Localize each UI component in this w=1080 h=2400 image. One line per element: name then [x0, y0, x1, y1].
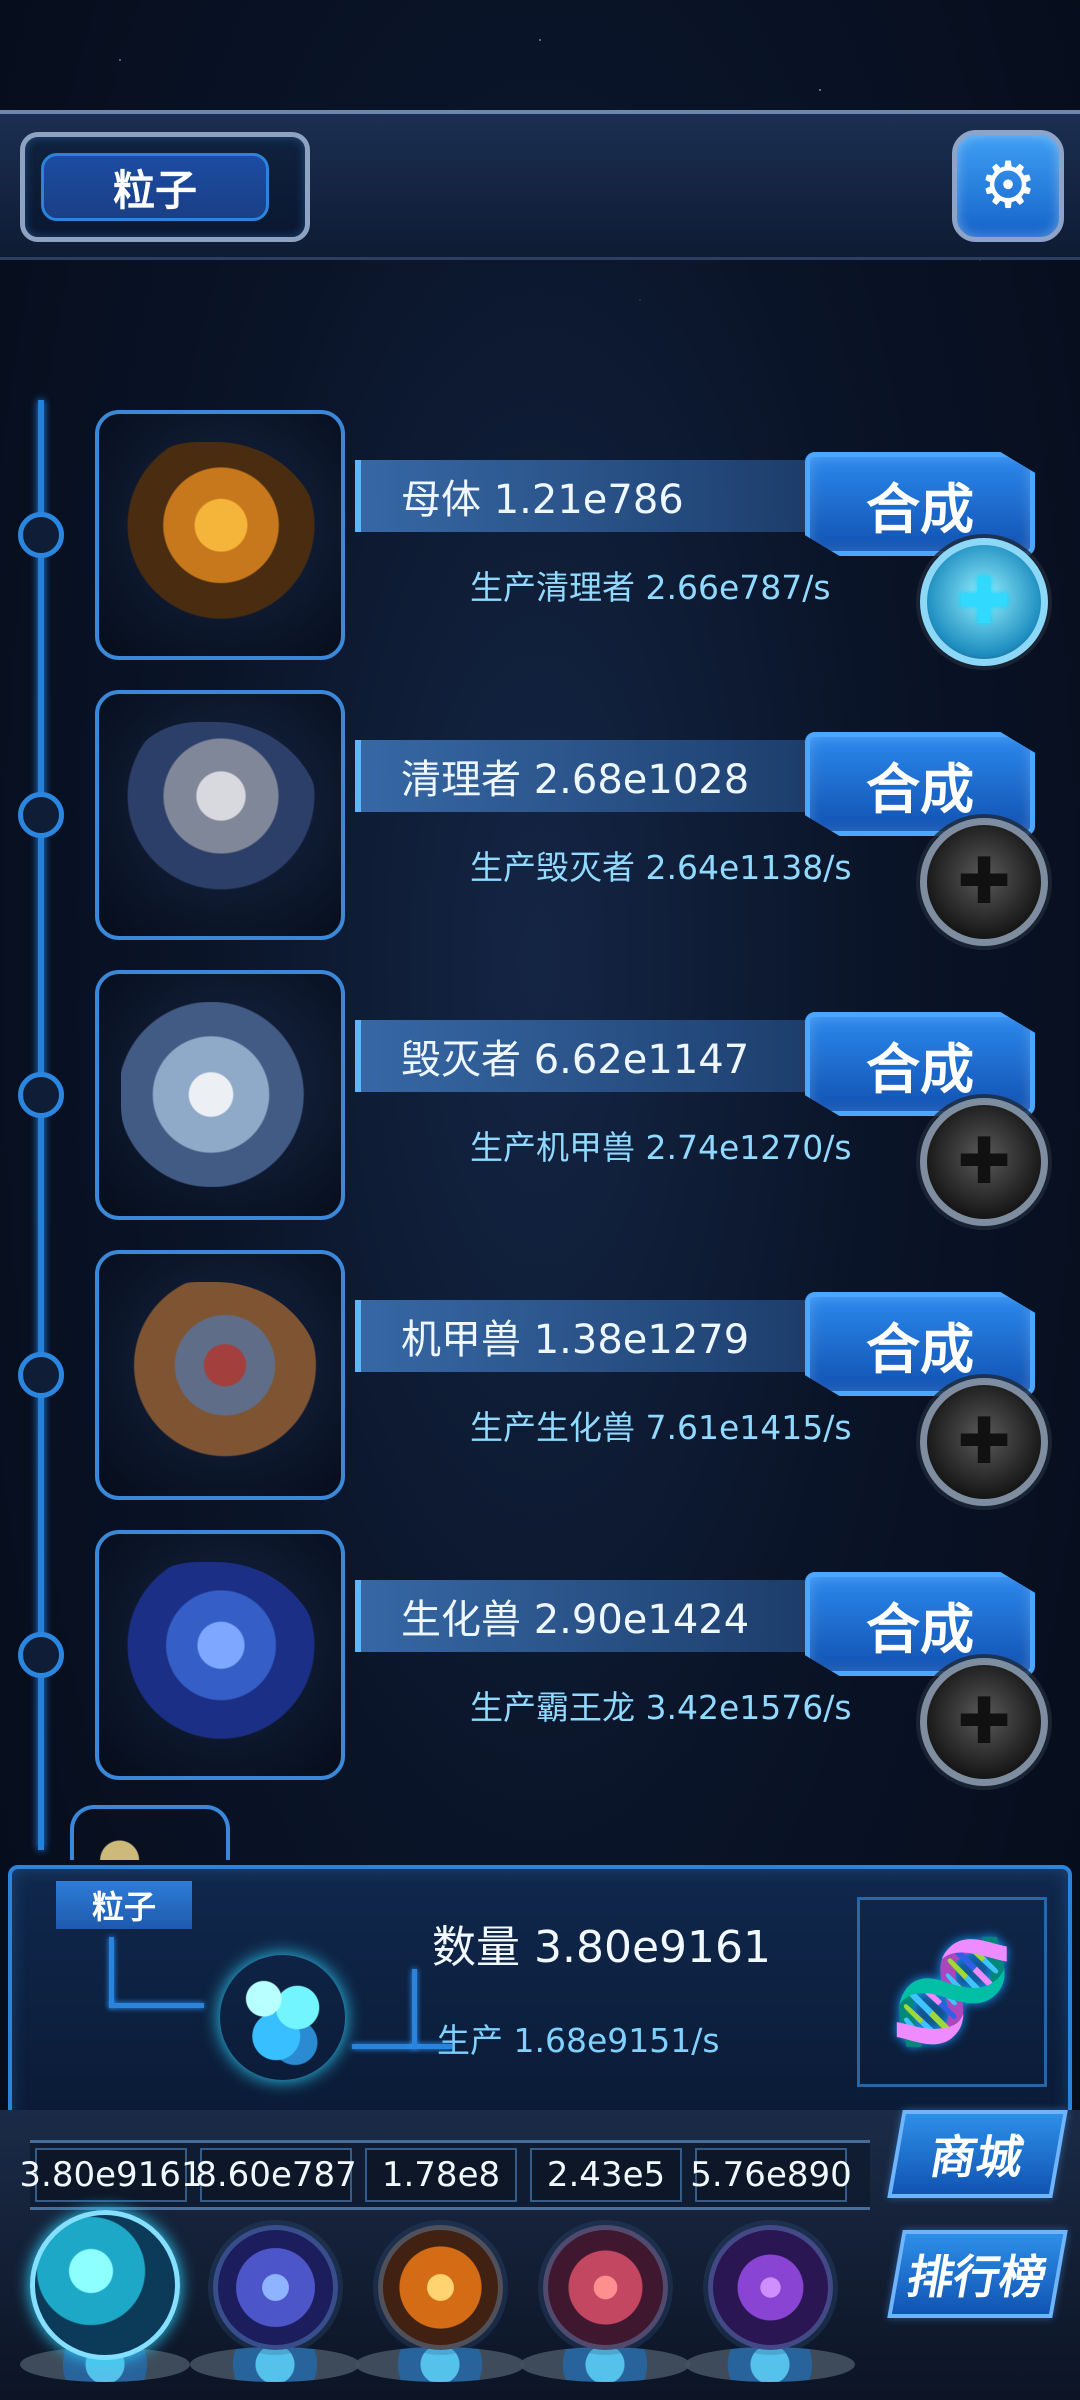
tab-value[interactable]: 5.76e890	[690, 2148, 852, 2202]
unit-portrait	[95, 410, 345, 660]
plus-icon[interactable]: ✚	[920, 1378, 1048, 1506]
unit-production: 生产霸王龙 3.42e1576/s	[470, 1688, 852, 1727]
unit-portrait	[95, 970, 345, 1220]
unit-row: 机甲兽 1.38e1279 生产生化兽 7.61e1415/s 合成 ✚	[0, 1250, 1080, 1510]
dna-icon: 🧬	[857, 1897, 1047, 2087]
mother-creature-image	[121, 442, 321, 627]
unit-row: 毁灭者 6.62e1147 生产机甲兽 2.74e1270/s 合成 ✚	[0, 970, 1080, 1230]
shop-button[interactable]: 商城	[887, 2110, 1068, 2198]
plus-icon[interactable]: ✚	[920, 1098, 1048, 1226]
tab-value[interactable]: 2.43e5	[530, 2148, 682, 2202]
circuit-line	[109, 1937, 114, 2007]
brain-orb-tab[interactable]	[543, 2225, 668, 2350]
pedestal	[355, 2347, 525, 2382]
unit-production: 生产清理者 2.66e787/s	[470, 568, 831, 607]
unit-name: 毁灭者 6.62e1147	[355, 1020, 875, 1092]
resource-rate: 生产 1.68e9151/s	[437, 2021, 720, 2060]
plus-icon[interactable]: ✚	[920, 1658, 1048, 1786]
bio-beast-image	[121, 1562, 321, 1747]
unit-name: 清理者 2.68e1028	[355, 740, 875, 812]
plus-icon[interactable]: ✚	[920, 538, 1048, 666]
top-header: 粒子 ⚙	[0, 110, 1080, 260]
circuit-line	[352, 2044, 452, 2049]
unit-production: 生产毁灭者 2.64e1138/s	[470, 848, 852, 887]
destroyer-creature-image	[121, 1002, 321, 1187]
next-unit-peek	[70, 1805, 230, 1860]
circuit-line	[412, 1969, 417, 2049]
pedestal	[685, 2347, 855, 2382]
vortex-orb-tab[interactable]	[708, 2225, 833, 2350]
tab-value[interactable]: 1.78e8	[365, 2148, 517, 2202]
pedestal	[190, 2347, 360, 2382]
unit-portrait	[95, 1250, 345, 1500]
particle-orb	[220, 1955, 345, 2080]
unit-production: 生产生化兽 7.61e1415/s	[470, 1408, 852, 1447]
mech-beast-image	[121, 1282, 321, 1467]
fire-orb-tab[interactable]	[378, 2225, 503, 2350]
resource-count: 数量 3.80e9161	[432, 1922, 772, 1973]
plus-icon[interactable]: ✚	[920, 818, 1048, 946]
gear-icon[interactable]: ⚙	[952, 130, 1064, 242]
ranking-button[interactable]: 排行榜	[887, 2230, 1068, 2318]
unit-row: 生化兽 2.90e1424 生产霸王龙 3.42e1576/s 合成 ✚	[0, 1530, 1080, 1790]
particle-orb-tab[interactable]	[30, 2210, 180, 2360]
unit-production: 生产机甲兽 2.74e1270/s	[470, 1128, 852, 1167]
unit-name: 机甲兽 1.38e1279	[355, 1300, 875, 1372]
resource-tag: 粒子	[56, 1881, 192, 1929]
title-frame: 粒子	[20, 132, 310, 242]
unit-row: 清理者 2.68e1028 生产毁灭者 2.64e1138/s 合成 ✚	[0, 690, 1080, 950]
unit-portrait	[95, 1530, 345, 1780]
bottom-navigation: 3.80e9161 8.60e787 1.78e8 2.43e5 5.76e89…	[0, 2110, 1080, 2400]
circuit-line	[109, 2003, 204, 2008]
unit-name: 生化兽 2.90e1424	[355, 1580, 875, 1652]
unit-row: 母体 1.21e786 生产清理者 2.66e787/s 合成 ✚	[0, 410, 1080, 670]
tab-value[interactable]: 8.60e787	[195, 2148, 357, 2202]
page-title: 粒子	[41, 153, 269, 221]
unit-name: 母体 1.21e786	[355, 460, 875, 532]
resource-panel: 粒子 数量 3.80e9161 生产 1.68e9151/s 🧬	[8, 1865, 1072, 2130]
lightning-orb-tab[interactable]	[213, 2225, 338, 2350]
tab-value[interactable]: 3.80e9161	[19, 2148, 203, 2202]
cleaner-creature-image	[121, 722, 321, 907]
unit-portrait	[95, 690, 345, 940]
pedestal	[520, 2347, 690, 2382]
